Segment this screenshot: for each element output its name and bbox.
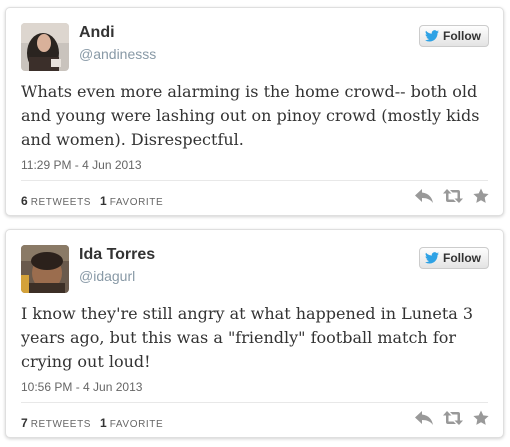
user-handle[interactable]: @idagurl (79, 268, 135, 284)
tweet-actions (415, 188, 489, 204)
follow-label: Follow (443, 251, 481, 265)
retweets-count[interactable]: 7 (21, 416, 28, 430)
star-icon[interactable] (473, 188, 489, 204)
user-name[interactable]: Andi (79, 24, 115, 42)
favorites-count[interactable]: 1 (100, 194, 107, 208)
follow-button[interactable]: Follow (419, 247, 489, 269)
retweets-label[interactable]: RETWEETS (31, 419, 91, 430)
user-name[interactable]: Ida Torres (79, 246, 155, 264)
follow-label: Follow (443, 29, 481, 43)
twitter-bird-icon (425, 30, 439, 42)
tweet-text: Whats even more alarming is the home cro… (21, 82, 480, 149)
tweet-timestamp[interactable]: 10:56 PM - 4 Jun 2013 (21, 380, 142, 394)
tweet-card: Ida Torres @idagurl Follow I know they'r… (5, 229, 504, 438)
favorites-label[interactable]: FAVORITE (110, 419, 164, 430)
tweet-timestamp[interactable]: 11:29 PM - 4 Jun 2013 (21, 158, 142, 172)
twitter-bird-icon (425, 252, 439, 264)
tweet-stats: 7 RETWEETS 1 FAVORITE (21, 416, 163, 430)
reply-icon[interactable] (415, 189, 433, 203)
star-icon[interactable] (473, 410, 489, 426)
retweets-label[interactable]: RETWEETS (31, 197, 91, 208)
divider (21, 402, 488, 403)
follow-button[interactable]: Follow (419, 25, 489, 47)
avatar[interactable] (21, 23, 69, 71)
retweet-icon[interactable] (443, 411, 463, 425)
tweet-text: I know they're still angry at what happe… (21, 304, 474, 371)
avatar[interactable] (21, 245, 69, 293)
tweet-actions (415, 410, 489, 426)
favorites-count[interactable]: 1 (100, 416, 107, 430)
favorites-label[interactable]: FAVORITE (110, 197, 164, 208)
retweet-icon[interactable] (443, 189, 463, 203)
retweets-count[interactable]: 6 (21, 194, 28, 208)
user-handle[interactable]: @andinesss (79, 46, 156, 62)
tweet-card: Andi @andinesss Follow Whats even more a… (5, 7, 504, 216)
reply-icon[interactable] (415, 411, 433, 425)
tweet-stats: 6 RETWEETS 1 FAVORITE (21, 194, 163, 208)
divider (21, 180, 488, 181)
